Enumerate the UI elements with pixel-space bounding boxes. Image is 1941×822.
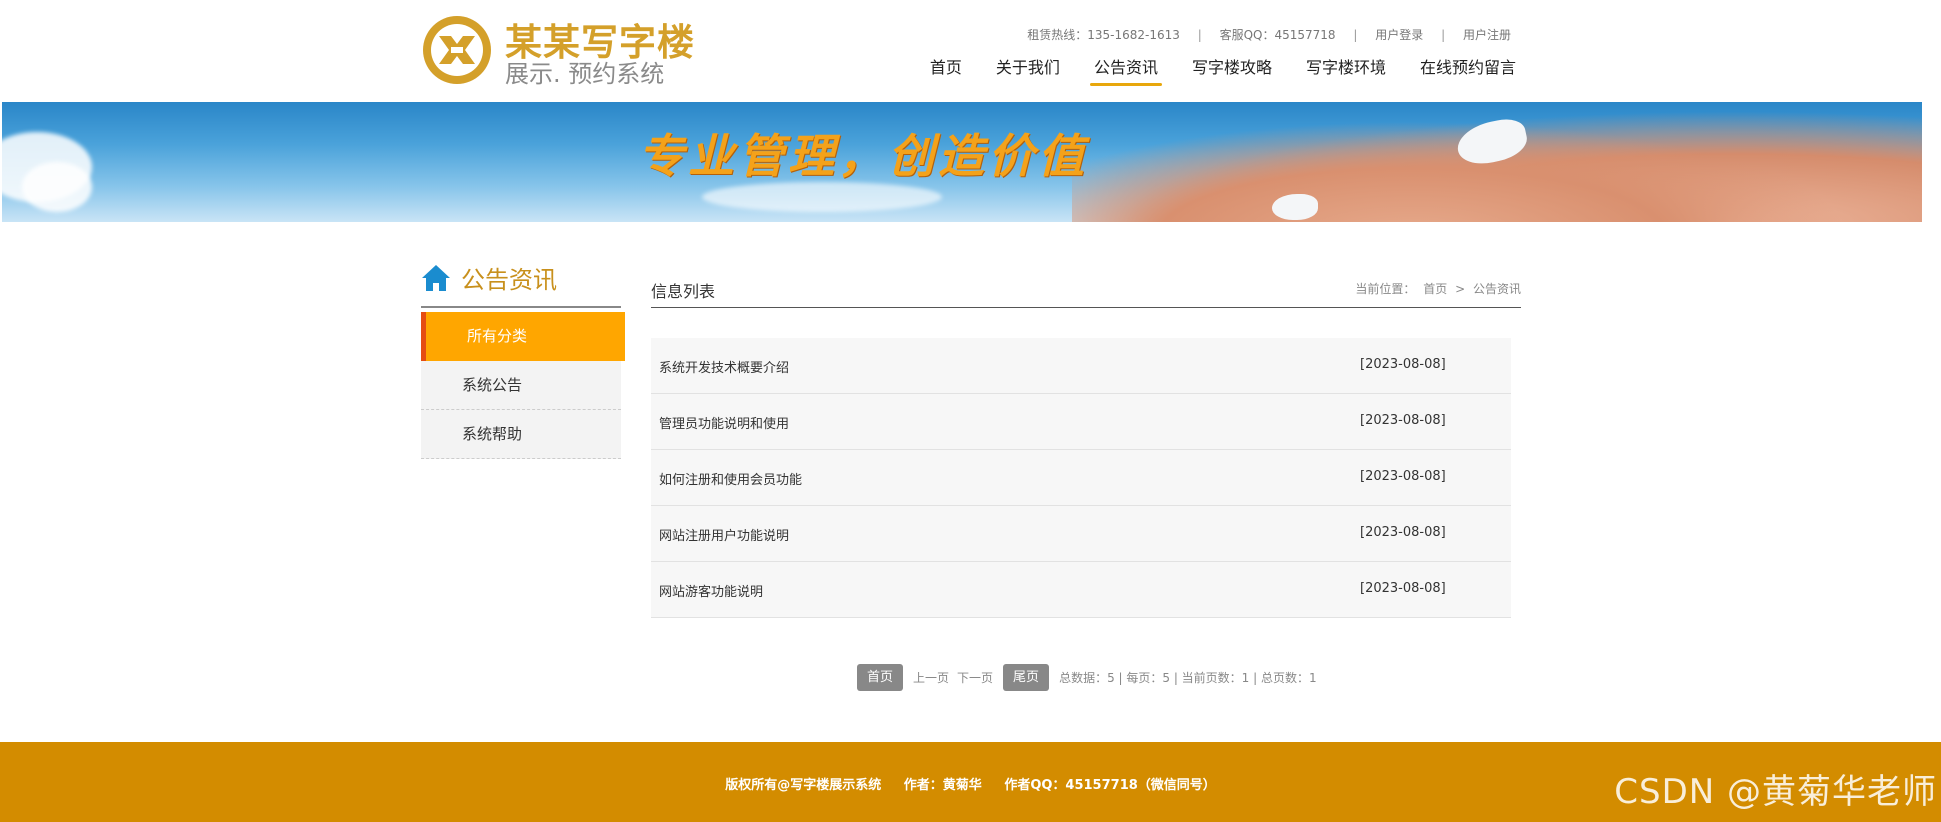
nav-item-about[interactable]: 关于我们	[996, 54, 1060, 86]
news-title[interactable]: 网站注册用户功能说明	[659, 525, 789, 544]
hero-banner: 专业管理，创造价值	[2, 102, 1922, 222]
separator: |	[1353, 28, 1358, 42]
first-page-button[interactable]: 首页	[857, 664, 904, 691]
list-item[interactable]: 系统开发技术概要介绍 [2023-08-08]	[651, 338, 1511, 394]
nav-item-environment[interactable]: 写字楼环境	[1306, 54, 1386, 86]
list-title: 信息列表	[651, 282, 716, 301]
author-text: 作者：黄菊华	[903, 778, 982, 793]
pagination: 首页 上一页 下一页 尾页 总数据：5 | 每页：5 | 当前页数：1 | 总页…	[857, 664, 1317, 691]
nav-item-news[interactable]: 公告资讯	[1089, 54, 1162, 86]
cloud-decoration	[22, 162, 92, 212]
nav-item-booking[interactable]: 在线预约留言	[1420, 54, 1516, 86]
next-page-link[interactable]: 下一页	[957, 669, 993, 686]
main-nav: 首页 关于我们 公告资讯 写字楼攻略 写字楼环境 在线预约留言	[930, 54, 1516, 86]
news-date: [2023-08-08]	[1360, 581, 1446, 596]
list-header: 信息列表 当前位置： 首页 > 公告资讯	[651, 270, 1521, 308]
sidebar: 公告资讯 所有分类 系统公告 系统帮助	[421, 260, 625, 459]
list-item[interactable]: 网站游客功能说明 [2023-08-08]	[651, 562, 1511, 618]
news-title[interactable]: 管理员功能说明和使用	[659, 413, 789, 432]
login-link[interactable]: 用户登录	[1375, 28, 1423, 42]
news-date: [2023-08-08]	[1360, 525, 1446, 540]
logo-emblem-icon	[423, 16, 491, 84]
hotline-text: 租赁热线：135-1682-1613	[1027, 28, 1180, 42]
breadcrumb-current[interactable]: 公告资讯	[1473, 282, 1521, 296]
sidebar-title: 公告资讯	[461, 266, 557, 294]
home-icon	[422, 265, 450, 291]
breadcrumb: 当前位置： 首页 > 公告资讯	[1351, 280, 1521, 297]
breadcrumb-prefix: 当前位置：	[1355, 282, 1416, 296]
separator: |	[1441, 28, 1446, 42]
service-qq-text: 客服QQ：45157718	[1219, 28, 1336, 42]
site-logo[interactable]: 某某写字楼 展示. 预约系统	[421, 14, 701, 88]
register-link[interactable]: 用户注册	[1463, 28, 1511, 42]
top-info-bar: 租赁热线：135-1682-1613 | 客服QQ：45157718 | 用户登…	[1022, 26, 1516, 43]
category-announcement[interactable]: 系统公告	[421, 361, 621, 410]
site-header: 某某写字楼 展示. 预约系统 租赁热线：135-1682-1613 | 客服QQ…	[0, 0, 1941, 102]
list-item[interactable]: 网站注册用户功能说明 [2023-08-08]	[651, 506, 1511, 562]
prev-page-link[interactable]: 上一页	[913, 669, 949, 686]
category-all[interactable]: 所有分类	[421, 312, 625, 361]
news-title[interactable]: 如何注册和使用会员功能	[659, 469, 802, 488]
nav-item-guide[interactable]: 写字楼攻略	[1192, 54, 1272, 86]
contact-text: 作者QQ：45157718（微信同号）	[1004, 778, 1216, 793]
list-item[interactable]: 如何注册和使用会员功能 [2023-08-08]	[651, 450, 1511, 506]
copyright-text: 版权所有@写字楼展示系统	[725, 778, 882, 793]
last-page-button[interactable]: 尾页	[1003, 664, 1050, 691]
news-list: 系统开发技术概要介绍 [2023-08-08] 管理员功能说明和使用 [2023…	[651, 338, 1511, 618]
news-date: [2023-08-08]	[1360, 469, 1446, 484]
separator: |	[1197, 28, 1202, 42]
news-title[interactable]: 系统开发技术概要介绍	[659, 357, 789, 376]
news-date: [2023-08-08]	[1360, 413, 1446, 428]
list-item[interactable]: 管理员功能说明和使用 [2023-08-08]	[651, 394, 1511, 450]
banner-slogan: 专业管理，创造价值	[638, 129, 1088, 183]
watermark-text: CSDN @黄菊华老师	[1614, 772, 1937, 812]
sidebar-header: 公告资讯	[421, 260, 621, 308]
main-content: 信息列表 当前位置： 首页 > 公告资讯 系统开发技术概要介绍 [2023-08…	[651, 270, 1521, 618]
cloud-decoration	[702, 182, 942, 212]
breadcrumb-sep: >	[1455, 282, 1466, 296]
nav-item-home[interactable]: 首页	[930, 54, 962, 86]
news-title[interactable]: 网站游客功能说明	[659, 581, 763, 600]
breadcrumb-home[interactable]: 首页	[1423, 282, 1447, 296]
news-date: [2023-08-08]	[1360, 357, 1446, 372]
category-help[interactable]: 系统帮助	[421, 410, 621, 459]
dove-illustration	[1272, 194, 1318, 220]
pagination-info: 总数据：5 | 每页：5 | 当前页数：1 | 总页数：1	[1059, 671, 1317, 685]
brand-subtitle: 展示. 预约系统	[505, 60, 665, 88]
